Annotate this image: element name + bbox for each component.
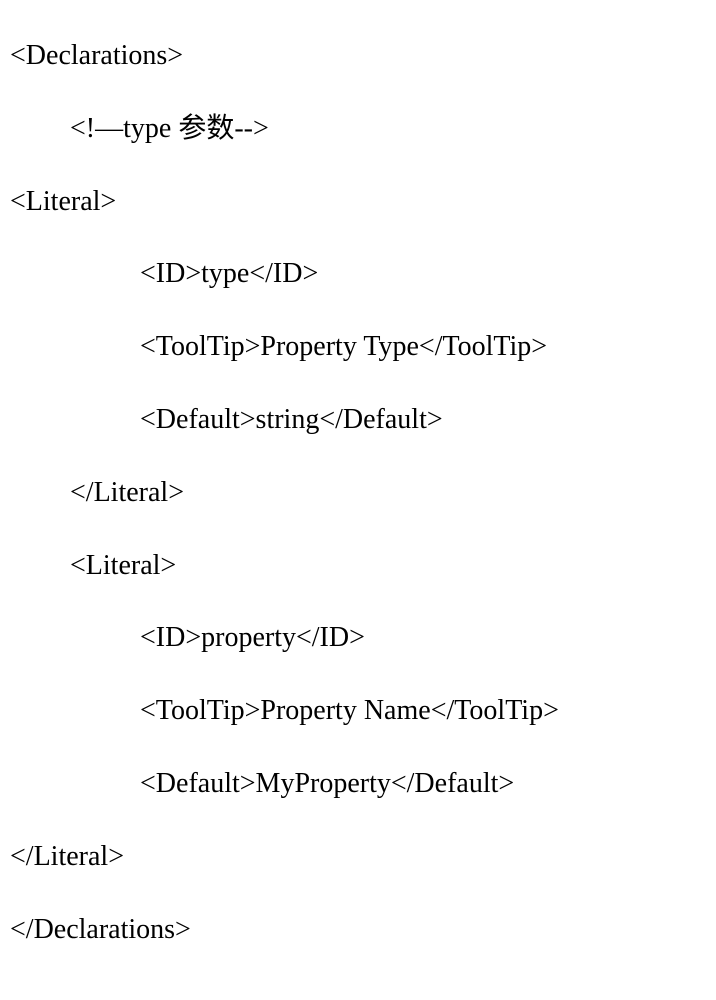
code-line: </Literal> — [10, 457, 706, 530]
code-line: <Default>MyProperty</Default> — [10, 748, 706, 821]
code-line: <Literal> — [10, 166, 706, 239]
code-line: <Default>string</Default> — [10, 384, 706, 457]
code-line: <ToolTip>Property Name</ToolTip> — [10, 675, 706, 748]
code-line: <ToolTip>Property Type</ToolTip> — [10, 311, 706, 384]
code-line: </Declarations> — [10, 894, 706, 967]
code-line: </Literal> — [10, 821, 706, 894]
code-line: <Literal> — [10, 530, 706, 603]
code-line: <Declarations> — [10, 20, 706, 93]
code-line: <ID>property</ID> — [10, 602, 706, 675]
code-line: <ID>type</ID> — [10, 238, 706, 311]
code-line: <!—type 参数--> — [10, 93, 706, 166]
